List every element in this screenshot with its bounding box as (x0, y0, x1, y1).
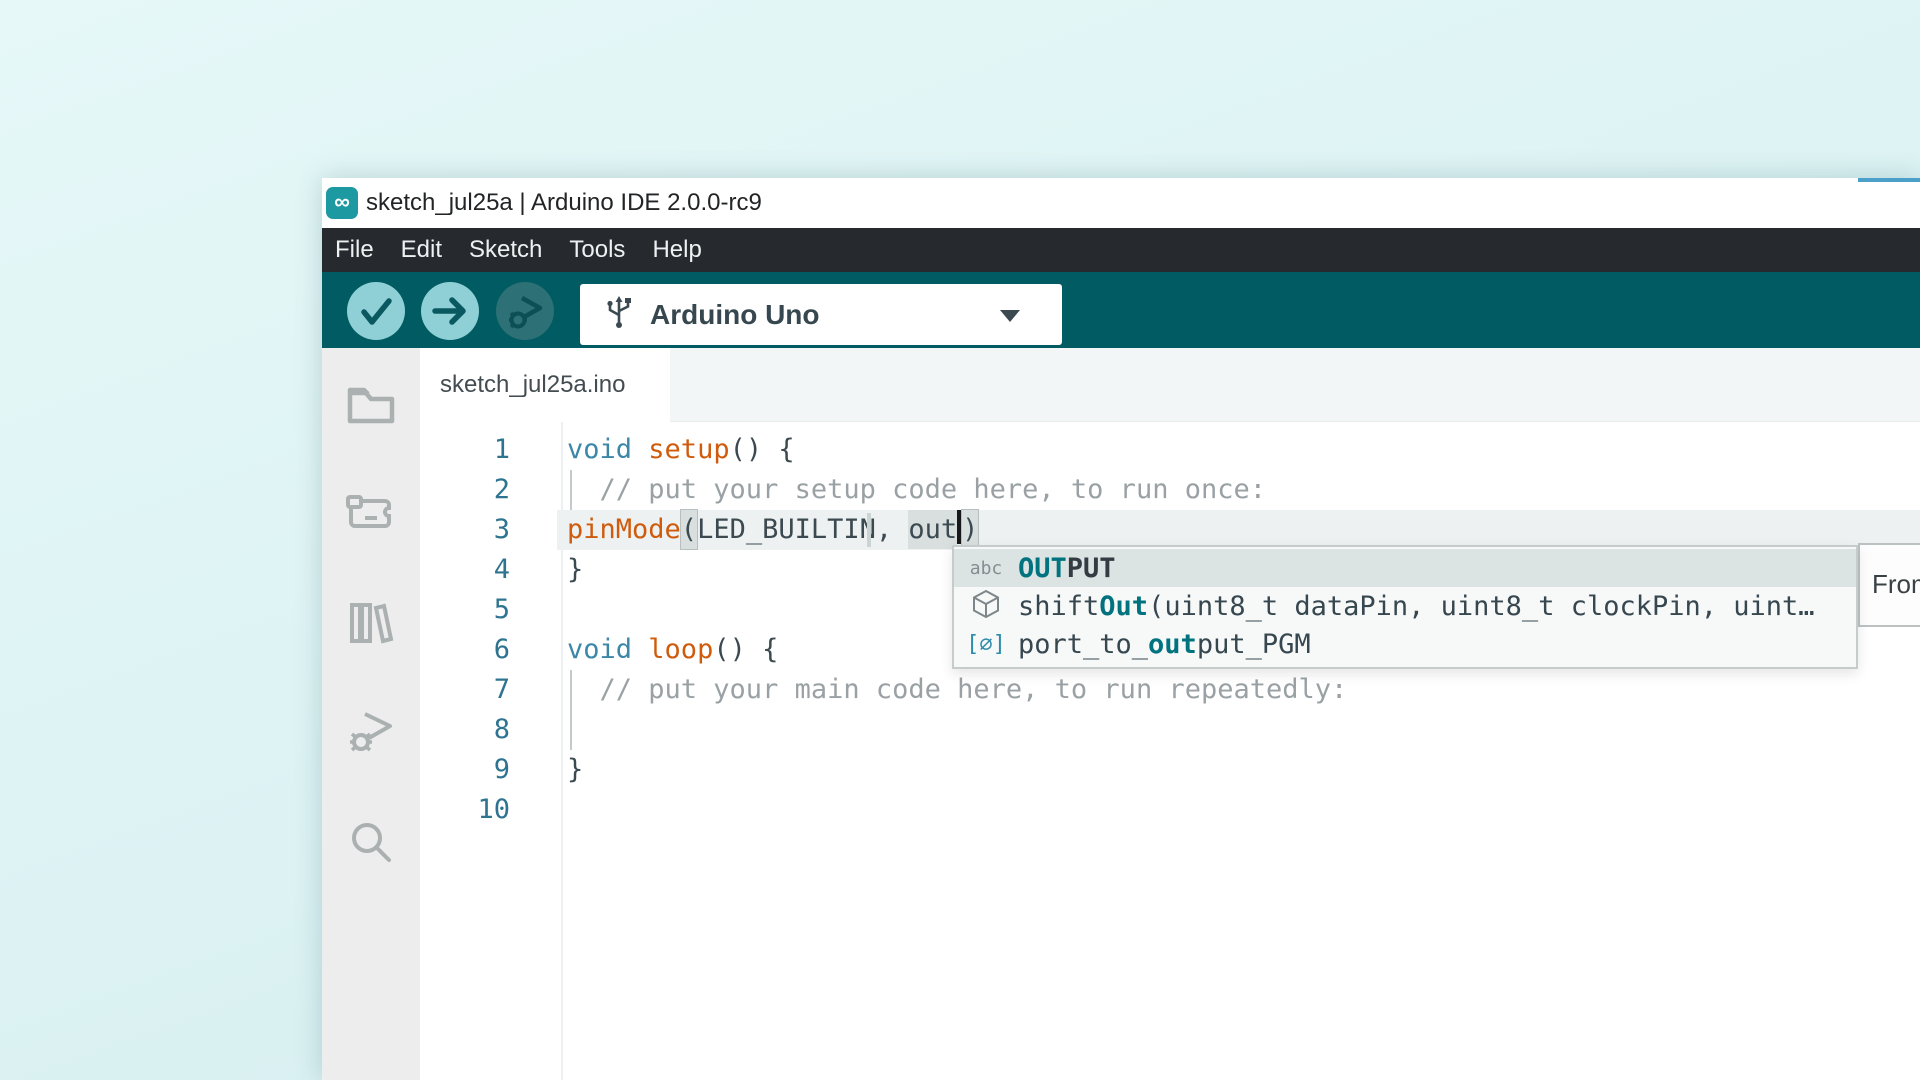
line-number: 10 (420, 790, 510, 830)
debug-button[interactable] (496, 282, 554, 340)
toolbar: Arduino Uno (322, 272, 1920, 348)
code-line[interactable]: 2 // put your setup code here, to run on… (420, 470, 1920, 510)
tab-sketch-jul25a[interactable]: sketch_jul25a.ino (420, 348, 670, 422)
code-text: pinMode(LED_BUILTIN, out) (567, 510, 978, 550)
line-number: 6 (420, 630, 510, 670)
suggest-label: OUTPUT (1018, 553, 1116, 584)
arduino-logo-icon: ∞ (326, 187, 358, 219)
titlebar: ∞ sketch_jul25a | Arduino IDE 2.0.0-rc9 (322, 178, 1920, 228)
suggest-label: port_to_output_PGM (1018, 629, 1311, 660)
menu-item-help[interactable]: Help (652, 228, 701, 272)
code-line[interactable]: 3 pinMode(LED_BUILTIN, out) (420, 510, 1920, 550)
accent-line (1858, 178, 1920, 182)
verify-button[interactable] (347, 282, 405, 340)
suggest-widget: abc OUTPUT shiftOut(uint8_t dataPin, uin… (952, 545, 1858, 669)
code-line[interactable]: 1 void setup() { (420, 430, 1920, 470)
sidebar-item-search[interactable] (345, 817, 397, 869)
bracket-highlight: ( (681, 510, 697, 549)
sidebar-item-boards-manager[interactable] (345, 487, 397, 539)
code-text: void setup() { (567, 430, 795, 470)
code-text: } (567, 550, 583, 590)
code-editor[interactable]: 1 void setup() { 2 // put your setup cod… (420, 422, 1920, 1080)
sidebar-item-library-manager[interactable] (345, 597, 397, 649)
line-number: 7 (420, 670, 510, 710)
code-line[interactable]: 10 (420, 790, 1920, 830)
suggest-item-output[interactable]: abc OUTPUT (954, 549, 1856, 587)
code-text: // put your main code here, to run repea… (567, 670, 1347, 710)
suggest-doc-panel: From (1858, 543, 1920, 627)
code-text: // put your setup code here, to run once… (567, 470, 1266, 510)
menu-item-tools[interactable]: Tools (569, 228, 625, 272)
occurrence-guide-bar (867, 513, 871, 547)
doc-panel-text: From (1860, 545, 1920, 623)
debug-icon (345, 745, 397, 762)
board-icon (345, 526, 397, 543)
line-number: 8 (420, 710, 510, 750)
code-text: void loop() { (567, 630, 778, 670)
word-highlight: out (908, 510, 957, 549)
caret-down-icon (1000, 310, 1020, 322)
board-selector[interactable]: Arduino Uno (580, 284, 1062, 345)
screen: ∞ sketch_jul25a | Arduino IDE 2.0.0-rc9 … (0, 0, 1920, 1080)
sidebar-item-sketchbook[interactable] (345, 379, 397, 431)
line-number: 9 (420, 750, 510, 790)
line-number: 5 (420, 590, 510, 630)
search-icon (345, 856, 397, 873)
books-icon (345, 636, 397, 653)
suggest-label: shiftOut(uint8_t dataPin, uint8_t clockP… (1018, 591, 1815, 622)
arduino-ide-window: ∞ sketch_jul25a | Arduino IDE 2.0.0-rc9 … (322, 178, 1920, 1080)
menu-item-edit[interactable]: Edit (401, 228, 442, 272)
code-line[interactable]: 8 (420, 710, 1920, 750)
tabbar: sketch_jul25a.ino (420, 348, 1920, 422)
folder-icon (345, 418, 397, 435)
cube-icon (954, 589, 1018, 624)
code-text: } (567, 750, 583, 790)
constant-brackets-icon: [∅] (954, 632, 1018, 657)
menubar: File Edit Sketch Tools Help (322, 228, 1920, 272)
sidebar-item-debugger[interactable] (345, 706, 397, 758)
bracket-highlight: ) (962, 510, 978, 549)
tab-label: sketch_jul25a.ino (420, 348, 670, 399)
menu-item-file[interactable]: File (335, 228, 374, 272)
board-selector-label: Arduino Uno (650, 299, 820, 331)
menu-item-sketch[interactable]: Sketch (469, 228, 542, 272)
line-number: 3 (420, 510, 510, 550)
abc-icon: abc (954, 558, 1018, 579)
code-line[interactable]: 7 // put your main code here, to run rep… (420, 670, 1920, 710)
suggest-item-shiftout[interactable]: shiftOut(uint8_t dataPin, uint8_t clockP… (954, 587, 1856, 625)
usb-icon (604, 295, 634, 334)
upload-button[interactable] (421, 282, 479, 340)
suggest-item-port-to-output-pgm[interactable]: [∅] port_to_output_PGM (954, 625, 1856, 663)
code-line[interactable]: 9 } (420, 750, 1920, 790)
line-number: 2 (420, 470, 510, 510)
window-title: sketch_jul25a | Arduino IDE 2.0.0-rc9 (366, 178, 762, 228)
sidebar (322, 348, 420, 1080)
line-number: 4 (420, 550, 510, 590)
line-number: 1 (420, 430, 510, 470)
